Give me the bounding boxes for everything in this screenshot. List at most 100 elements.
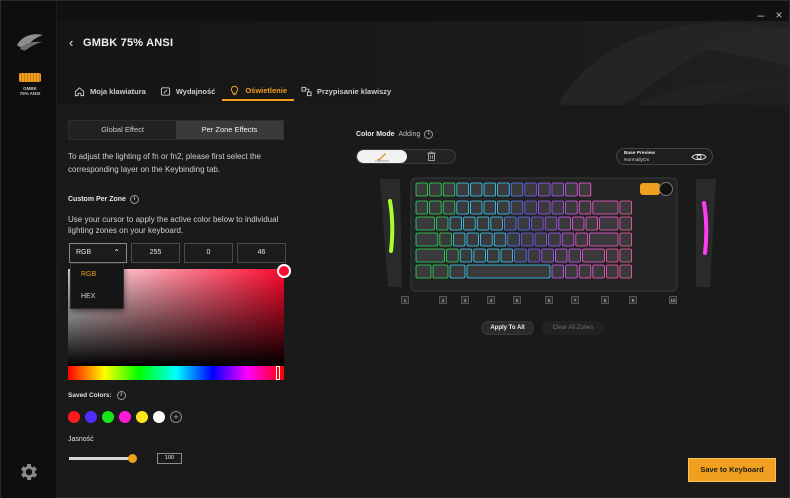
tab-lighting[interactable]: Oświetlenie <box>222 81 295 101</box>
clear-all-zones-button[interactable]: Clear All Zones <box>542 321 604 335</box>
keyboard-key[interactable] <box>537 200 551 215</box>
per-zone-effects-tab[interactable]: Per Zone Effects <box>176 121 283 139</box>
keyboard-key[interactable] <box>585 216 599 231</box>
device-selector[interactable]: GMBK 75% ANSI <box>11 73 49 96</box>
keyboard-key[interactable] <box>463 216 476 231</box>
keyboard-key[interactable] <box>517 216 531 231</box>
keyboard-key[interactable] <box>456 182 469 197</box>
saved-color-swatch[interactable] <box>102 411 114 423</box>
keyboard-key[interactable] <box>575 232 588 247</box>
keyboard-key[interactable] <box>453 232 466 247</box>
keyboard-key[interactable] <box>554 248 568 263</box>
keyboard-key[interactable] <box>551 264 565 279</box>
brightness-value-field[interactable]: 100 <box>157 453 182 464</box>
keyboard-key[interactable] <box>578 200 592 215</box>
zone-number-7[interactable]: 7 <box>571 296 579 304</box>
keyboard-key[interactable] <box>520 232 534 247</box>
keyboard-key[interactable] <box>541 248 554 263</box>
keyboard-key[interactable] <box>531 216 544 231</box>
keyboard-key[interactable] <box>605 248 619 263</box>
global-effect-tab[interactable]: Global Effect <box>69 121 176 139</box>
zone-number-4[interactable]: 4 <box>487 296 495 304</box>
green-value-field[interactable]: 0 <box>184 243 233 263</box>
add-color-mode-button[interactable] <box>357 150 407 163</box>
hue-slider-handle[interactable] <box>276 366 280 380</box>
keyboard-key[interactable] <box>548 232 561 247</box>
info-icon[interactable]: i <box>116 391 126 400</box>
picker-handle[interactable] <box>277 264 291 278</box>
info-icon[interactable]: i <box>424 130 434 139</box>
saved-color-swatch[interactable] <box>119 411 131 423</box>
keyboard-key[interactable] <box>619 232 633 247</box>
zone-number-5[interactable]: 5 <box>513 296 521 304</box>
keyboard-key[interactable] <box>619 248 633 263</box>
keyboard-key[interactable] <box>483 182 497 197</box>
keyboard-key[interactable] <box>470 182 483 197</box>
keyboard-key[interactable] <box>588 232 619 247</box>
add-color-icon[interactable]: + <box>170 411 182 423</box>
keyboard-key[interactable] <box>514 248 527 263</box>
zone-number-1[interactable]: 1 <box>401 296 409 304</box>
tab-performance[interactable]: Wydajność <box>153 81 222 101</box>
keyboard-key[interactable] <box>599 216 619 231</box>
back-button[interactable]: ‹ <box>69 35 73 50</box>
save-to-keyboard-button[interactable]: Save to Keyboard <box>688 458 776 482</box>
zone-number-6[interactable]: 6 <box>545 296 553 304</box>
keyboard-key[interactable] <box>415 232 439 247</box>
keyboard-key[interactable] <box>578 182 592 197</box>
keyboard-key[interactable] <box>605 264 619 279</box>
keyboard-key[interactable] <box>571 216 585 231</box>
zone-number-10[interactable]: 10 <box>669 296 677 304</box>
erase-color-mode-button[interactable] <box>407 150 455 163</box>
keyboard-key[interactable] <box>439 232 452 247</box>
keyboard-key[interactable] <box>507 232 520 247</box>
keyboard-key[interactable] <box>619 264 633 279</box>
keyboard-key[interactable] <box>565 264 578 279</box>
keyboard-key[interactable] <box>592 200 619 215</box>
color-mode-select[interactable]: RGB ⌃ <box>69 243 127 263</box>
keyboard-key[interactable] <box>582 248 605 263</box>
keyboard-key[interactable] <box>487 248 500 263</box>
keyboard-key[interactable] <box>504 216 517 231</box>
keyboard-key[interactable] <box>436 216 449 231</box>
keyboard-key[interactable] <box>415 200 429 215</box>
info-icon[interactable]: i <box>129 195 139 204</box>
red-value-field[interactable]: 255 <box>131 243 180 263</box>
keyboard-key[interactable] <box>476 216 490 231</box>
apply-to-all-button[interactable]: Apply To All <box>481 321 534 335</box>
keyboard-key[interactable] <box>592 264 605 279</box>
keyboard-key[interactable] <box>415 264 432 279</box>
keyboard-key[interactable] <box>578 264 592 279</box>
hue-slider[interactable] <box>68 366 284 380</box>
keyboard-key[interactable] <box>619 200 633 215</box>
saved-color-swatch[interactable] <box>68 411 80 423</box>
keyboard-key[interactable] <box>490 216 503 231</box>
keyboard-key[interactable] <box>456 200 469 215</box>
keyboard-key[interactable] <box>442 200 456 215</box>
keyboard-key[interactable] <box>442 182 456 197</box>
keyboard-key[interactable] <box>415 248 446 263</box>
brightness-slider-knob[interactable] <box>128 454 137 463</box>
keyboard-key[interactable] <box>429 200 442 215</box>
keyboard-key[interactable] <box>565 200 578 215</box>
option-hex[interactable]: HEX <box>71 286 123 308</box>
keyboard-key[interactable] <box>510 200 524 215</box>
keyboard-key[interactable] <box>429 182 442 197</box>
keyboard-key[interactable] <box>558 216 571 231</box>
keyboard-key[interactable] <box>619 216 633 231</box>
keyboard-preview[interactable] <box>378 175 718 303</box>
brightness-slider[interactable] <box>69 457 135 460</box>
keyboard-key[interactable] <box>459 248 473 263</box>
keyboard-key[interactable] <box>415 182 429 197</box>
keyboard-key[interactable] <box>510 182 524 197</box>
saved-color-swatch[interactable] <box>136 411 148 423</box>
blue-value-field[interactable]: 46 <box>237 243 286 263</box>
tab-keybinding[interactable]: Przypisanie klawiszy <box>294 81 398 101</box>
saved-color-swatch[interactable] <box>85 411 97 423</box>
keyboard-key[interactable] <box>544 216 558 231</box>
keyboard-key[interactable] <box>473 248 486 263</box>
zone-number-3[interactable]: 3 <box>461 296 469 304</box>
base-preview-toggle[interactable]: Base Preview NormallyOn <box>616 148 713 165</box>
keyboard-key[interactable] <box>524 200 537 215</box>
keyboard-key[interactable] <box>480 232 493 247</box>
